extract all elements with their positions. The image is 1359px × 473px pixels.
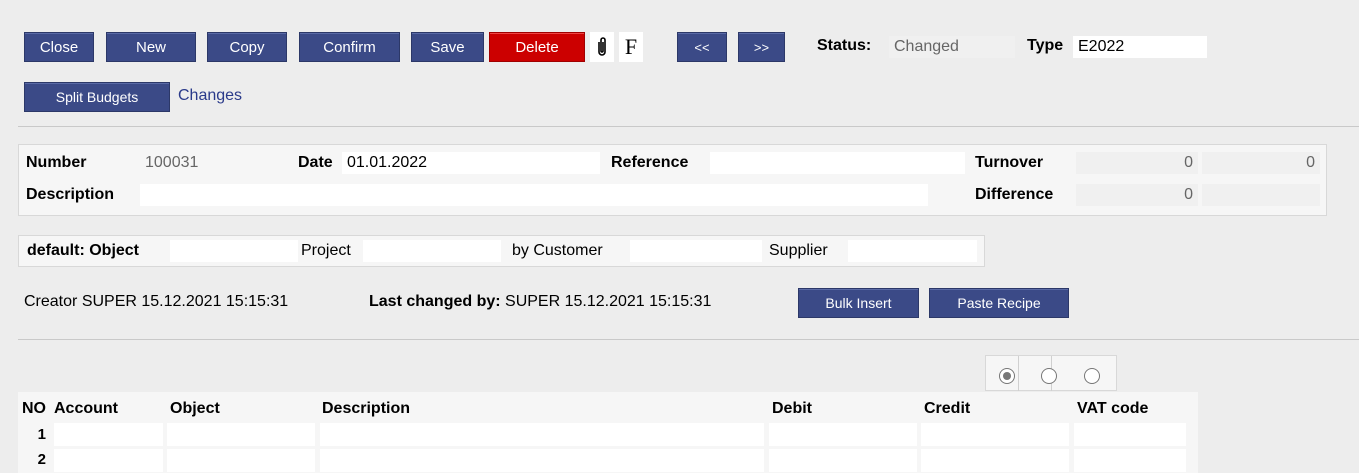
credit-cell[interactable] (921, 449, 1069, 472)
date-field[interactable]: 01.01.2022 (342, 152, 600, 174)
reference-field[interactable] (710, 152, 965, 174)
object-cell[interactable] (167, 423, 315, 446)
debit-cell[interactable] (769, 423, 917, 446)
col-header-account: Account (54, 400, 118, 417)
paste-recipe-button[interactable]: Paste Recipe (929, 288, 1069, 318)
difference-label: Difference (975, 186, 1054, 203)
attachment-button[interactable] (590, 32, 614, 62)
object-cell[interactable] (167, 449, 315, 472)
confirm-button[interactable]: Confirm (299, 32, 400, 62)
status-label: Status: (817, 37, 872, 54)
account-cell[interactable] (54, 423, 163, 446)
project-field[interactable] (363, 240, 501, 262)
creator-info: Creator SUPER 15.12.2021 15:15:31 (24, 293, 288, 311)
date-label: Date (298, 154, 333, 171)
default-object-field[interactable] (170, 240, 298, 262)
account-cell[interactable] (54, 449, 163, 472)
supplier-label: Supplier (769, 242, 828, 259)
difference-extra (1202, 184, 1320, 206)
prev-button[interactable]: << (677, 32, 727, 62)
new-button[interactable]: New (106, 32, 196, 62)
col-header-no: NO (22, 400, 46, 417)
col-header-description: Description (322, 400, 411, 417)
col-header-vat-code: VAT code (1077, 400, 1149, 417)
supplier-field[interactable] (848, 240, 977, 262)
customer-field[interactable] (630, 240, 762, 262)
number-value: 100031 (140, 152, 285, 174)
turnover-label: Turnover (975, 154, 1044, 171)
type-field[interactable]: E2022 (1073, 36, 1207, 58)
default-object-label: default: Object (27, 242, 139, 260)
creator-label: Creator (24, 293, 78, 310)
next-button[interactable]: >> (738, 32, 785, 62)
description-cell[interactable] (320, 423, 764, 446)
vat-code-cell[interactable] (1074, 449, 1186, 472)
bulk-insert-button[interactable]: Bulk Insert (798, 288, 919, 318)
creator-text: SUPER 15.12.2021 15:15:31 (81, 293, 289, 310)
save-button[interactable]: Save (411, 32, 484, 62)
description-cell[interactable] (320, 449, 764, 472)
row-number: 1 (37, 426, 46, 443)
view-radio-1[interactable] (999, 368, 1015, 384)
split-budgets-button[interactable]: Split Budgets (24, 82, 170, 112)
divider (18, 126, 1359, 127)
delete-button[interactable]: Delete (489, 32, 585, 62)
last-changed-text: SUPER 15.12.2021 15:15:31 (505, 293, 712, 310)
paperclip-icon (598, 37, 606, 56)
reference-label: Reference (611, 154, 689, 171)
type-label: Type (1027, 37, 1064, 54)
col-header-credit: Credit (924, 400, 971, 417)
view-radio-3[interactable] (1084, 368, 1100, 384)
last-changed-label: Last changed by: (369, 293, 501, 310)
last-changed-info: Last changed by: SUPER 15.12.2021 15:15:… (369, 293, 711, 311)
close-button[interactable]: Close (24, 32, 94, 62)
defaults-panel (18, 235, 985, 267)
project-label: Project (301, 242, 351, 259)
customer-label: by Customer (512, 242, 603, 259)
changes-link[interactable]: Changes (178, 87, 242, 105)
description-field[interactable] (140, 184, 928, 206)
row-number: 2 (37, 451, 46, 468)
status-value: Changed (889, 36, 1015, 58)
col-header-object: Object (170, 400, 220, 417)
credit-cell[interactable] (921, 423, 1069, 446)
divider (18, 339, 1359, 340)
debit-cell[interactable] (769, 449, 917, 472)
copy-button[interactable]: Copy (207, 32, 287, 62)
turnover-debit: 0 (1076, 152, 1198, 174)
turnover-credit: 0 (1202, 152, 1320, 174)
description-label: Description (26, 186, 115, 203)
default-object-label-text: default: Object (27, 242, 140, 259)
number-label: Number (26, 154, 87, 171)
difference-value: 0 (1076, 184, 1198, 206)
view-radio-2[interactable] (1041, 368, 1057, 384)
vat-code-cell[interactable] (1074, 423, 1186, 446)
col-header-debit: Debit (772, 400, 812, 417)
f-button[interactable]: F (619, 32, 643, 62)
